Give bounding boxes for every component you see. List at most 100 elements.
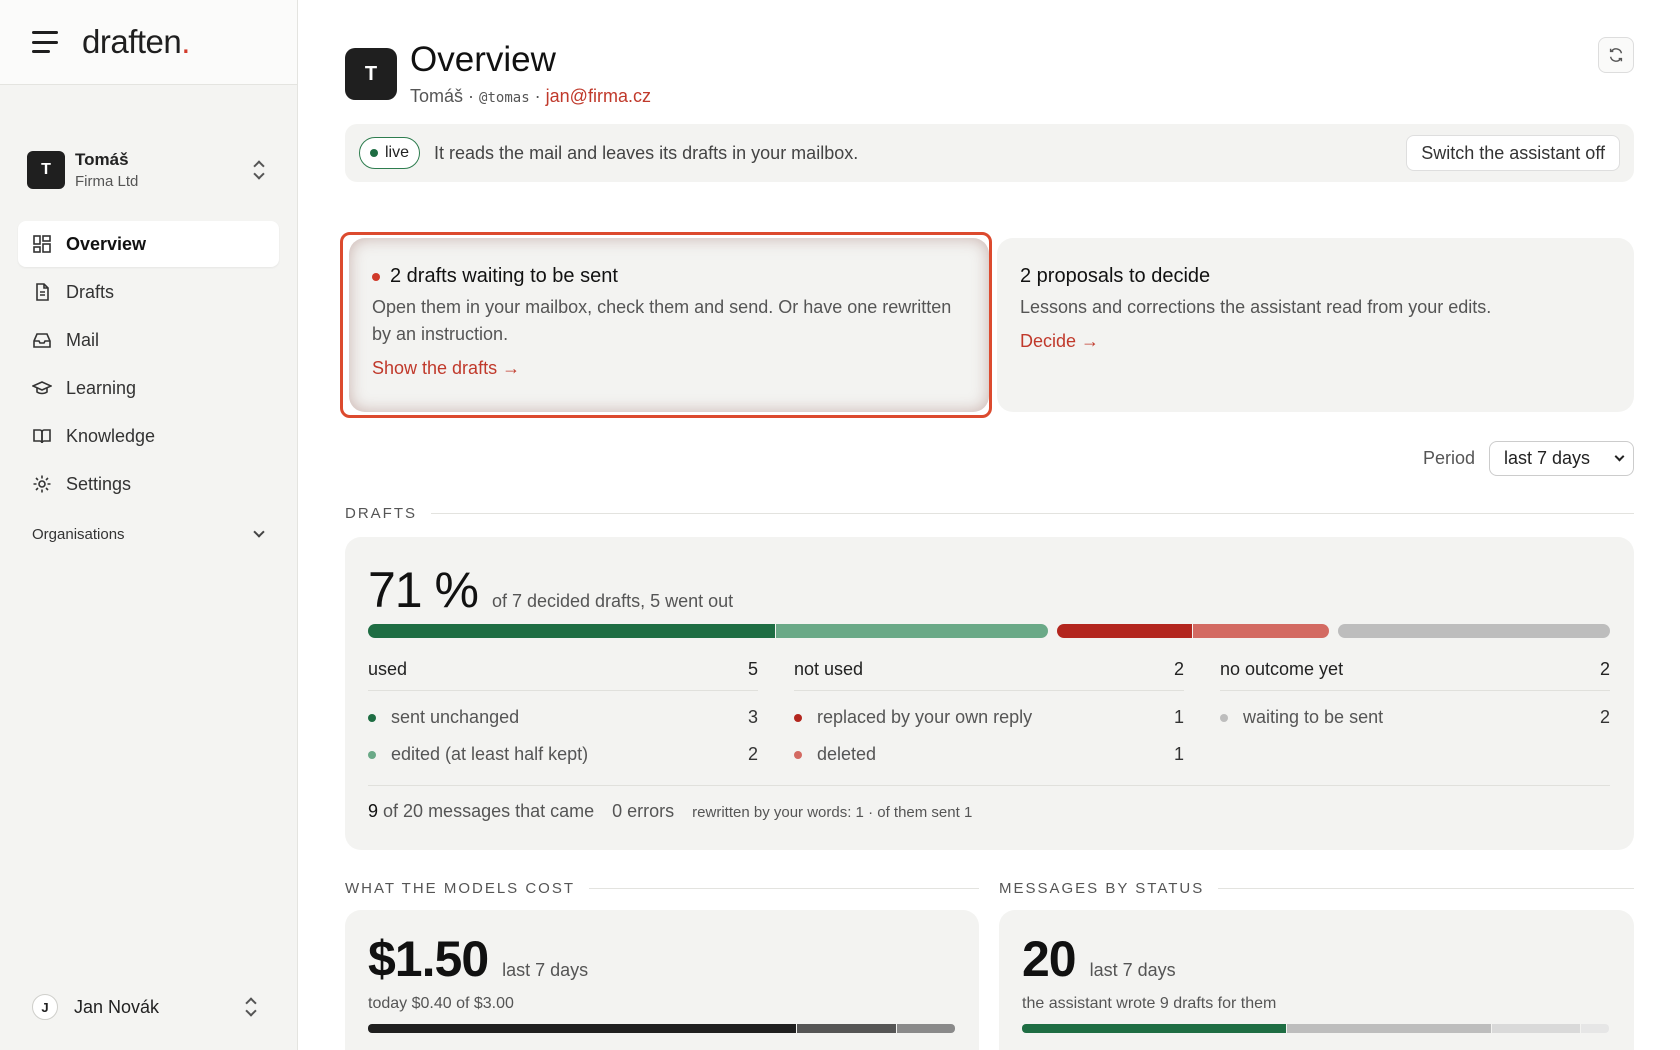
cost-bar-segment: [368, 1024, 797, 1033]
profile-name: Tomáš: [410, 86, 464, 106]
sidebar-item-overview[interactable]: Overview: [18, 221, 279, 267]
proposals-desc: Lessons and corrections the assistant re…: [1020, 297, 1492, 317]
page-header: T Overview Tomáš · @tomas · jan@firma.cz: [345, 40, 651, 107]
live-dot: [370, 149, 378, 157]
drafts-outcome-bar: [368, 624, 1610, 638]
sidebar-item-label: Learning: [66, 377, 137, 398]
chevron-down-icon: [253, 526, 265, 538]
account-org: Firma Ltd: [75, 173, 139, 190]
profile-email-link[interactable]: jan@firma.cz: [546, 86, 651, 106]
messages-bar-segment: [1580, 1024, 1609, 1033]
list-item: edited (at least half kept) 2: [368, 744, 758, 765]
sidebar-item-mail[interactable]: Mail: [18, 317, 279, 363]
account-name: Tomáš: [75, 150, 129, 169]
menu-icon[interactable]: [32, 31, 58, 53]
user-avatar: J: [32, 994, 58, 1020]
gear-icon: [32, 474, 52, 494]
messages-status-bar: [1022, 1024, 1610, 1033]
period-select[interactable]: last 7 days: [1489, 441, 1634, 476]
cost-today: today $0.40 of $3.00: [368, 995, 514, 1012]
period-label: Period: [1422, 448, 1475, 468]
messages-bar-segment: [1286, 1024, 1492, 1033]
profile-line: Tomáš · @tomas · jan@firma.cz: [410, 86, 651, 106]
chevron-up-down-icon: [244, 997, 258, 1017]
messages-bar-segment: [1022, 1024, 1286, 1033]
messages-bar-segment: [1492, 1024, 1580, 1033]
assistant-status-bar: live It reads the mail and leaves its dr…: [345, 124, 1634, 182]
breakdown-used: used 5 sent unchanged 3 edited (at least h…: [368, 659, 758, 765]
rewritten-stat: rewritten by your words: 1 · of them sen…: [692, 804, 973, 821]
bullet: [368, 750, 376, 759]
sidebar-nav: Overview Drafts Mail Learning Knowledge: [0, 221, 297, 507]
bar-segment-deleted: [1193, 624, 1329, 638]
highlight-frame: [340, 232, 992, 418]
status-text: It reads the mail and leaves its drafts …: [434, 142, 859, 163]
bullet: [794, 713, 802, 722]
messages-value: 20: [1022, 931, 1077, 987]
bullet: [794, 750, 802, 759]
cost-bar-segment: [897, 1024, 955, 1033]
sidebar-item-drafts[interactable]: Drafts: [18, 269, 279, 315]
bar-segment-replaced: [1057, 624, 1192, 638]
user-name: Jan Novák: [74, 996, 160, 1017]
switch-assistant-off-button[interactable]: Switch the assistant off: [1406, 135, 1620, 171]
graduation-cap-icon: [32, 378, 52, 398]
section-title-messages: MESSAGES BY STATUS: [999, 880, 1634, 897]
account-avatar: T: [27, 151, 65, 189]
sidebar: draften. T Tomáš Firma Ltd Overview Draf…: [0, 0, 298, 1050]
bullet: [368, 713, 376, 722]
sidebar-item-learning[interactable]: Learning: [18, 365, 279, 411]
messages-sub: the assistant wrote 9 drafts for them: [1022, 995, 1277, 1012]
bar-segment-waiting: [1338, 624, 1610, 638]
drafts-summary: of 7 decided drafts, 5 went out: [491, 591, 734, 611]
brand-bar: draften.: [0, 0, 297, 85]
chevron-up-down-icon: [252, 160, 266, 180]
user-menu[interactable]: J Jan Novák: [32, 990, 263, 1024]
profile-handle: @tomas: [479, 90, 530, 106]
proposals-card: 2 proposals to decide Lessons and correc…: [997, 238, 1634, 412]
account-switcher[interactable]: T Tomáš Firma Ltd: [0, 85, 297, 223]
refresh-icon: [1609, 48, 1623, 62]
sidebar-item-label: Overview: [66, 233, 147, 254]
drafts-footer: 9 of 20 messages that came 0 errors rewr…: [368, 801, 973, 821]
messages-card: 20 last 7 days the assistant wrote 9 dra…: [999, 910, 1634, 1050]
list-item: sent unchanged 3: [368, 707, 758, 728]
organisations-toggle[interactable]: Organisations: [0, 519, 297, 549]
cost-period: last 7 days: [502, 960, 589, 980]
section-title-drafts: DRAFTS: [345, 505, 1634, 522]
cost-bar: [368, 1024, 956, 1033]
section-title-cost: WHAT THE MODELS COST: [345, 880, 979, 897]
page-title: Overview: [410, 40, 556, 79]
list-item: replaced by your own reply 1: [794, 707, 1184, 728]
refresh-button[interactable]: [1598, 37, 1634, 73]
bullet: [1220, 713, 1228, 722]
organisations-label: Organisations: [32, 525, 125, 543]
dashboard-icon: [32, 234, 52, 254]
inbox-icon: [32, 330, 52, 350]
logo[interactable]: draften.: [82, 23, 190, 61]
list-item: deleted 1: [794, 744, 1184, 765]
main-content: T Overview Tomáš · @tomas · jan@firma.cz…: [340, 0, 1634, 1050]
breakdown-no-outcome: no outcome yet 2 waiting to be sent 2: [1220, 659, 1610, 727]
sidebar-item-label: Knowledge: [66, 425, 156, 446]
decide-link[interactable]: Decide →: [1020, 331, 1099, 352]
messages-period: last 7 days: [1089, 960, 1176, 980]
cost-card: $1.50 last 7 days today $0.40 of $3.00: [345, 910, 979, 1050]
profile-avatar: T: [345, 48, 397, 100]
sidebar-item-label: Settings: [66, 473, 132, 494]
proposals-title: 2 proposals to decide: [1020, 265, 1211, 287]
cost-value: $1.50: [368, 931, 489, 987]
period-filter: Period last 7 days: [1423, 441, 1634, 476]
cost-bar-segment: [797, 1024, 897, 1033]
sidebar-item-knowledge[interactable]: Knowledge: [18, 413, 279, 459]
sidebar-item-label: Mail: [66, 329, 100, 350]
sidebar-item-label: Drafts: [66, 281, 115, 302]
divider: [368, 785, 1610, 786]
drafts-stats-card: 71 % of 7 decided drafts, 5 went out use…: [345, 537, 1634, 850]
drafts-breakdown: used 5 sent unchanged 3 edited (at least h…: [368, 659, 1610, 765]
errors-count: 0 errors: [612, 801, 675, 821]
chevron-down-icon: [1614, 451, 1625, 462]
bar-segment-sent-unchanged: [368, 624, 775, 638]
sidebar-item-settings[interactable]: Settings: [18, 461, 279, 507]
document-icon: [32, 282, 52, 302]
